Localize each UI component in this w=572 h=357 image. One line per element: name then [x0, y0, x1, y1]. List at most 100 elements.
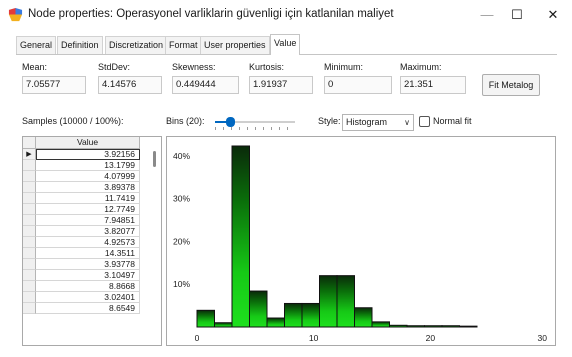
- table-row[interactable]: 14.3511: [23, 248, 140, 259]
- grid-header: Value: [23, 137, 161, 149]
- tab-format[interactable]: Format: [165, 36, 202, 54]
- histogram-bar: [231, 145, 250, 328]
- histogram-bar: [371, 321, 390, 328]
- sample-value-cell[interactable]: 4.92573: [36, 237, 140, 248]
- row-header[interactable]: [23, 204, 36, 215]
- histogram-bar: [441, 325, 460, 328]
- table-row[interactable]: 3.10497: [23, 270, 140, 281]
- kurtosis-field[interactable]: 1.91937: [249, 76, 313, 94]
- samples-grid[interactable]: Value ▶ 3.92156 13.1799 4.07999 3.89378 11.74…: [22, 136, 162, 346]
- histogram-bar: [354, 307, 373, 328]
- grid-scrollbar[interactable]: [150, 149, 161, 345]
- histogram-bar: [424, 325, 443, 328]
- stddev-label: StdDev:: [98, 62, 131, 72]
- tab-user-properties[interactable]: User properties: [200, 36, 270, 54]
- y-tick-label: 10%: [173, 279, 190, 289]
- histogram-bar: [214, 322, 233, 328]
- sample-value-cell[interactable]: 3.89378: [36, 182, 140, 193]
- row-header[interactable]: [23, 270, 36, 281]
- row-header[interactable]: [23, 226, 36, 237]
- value-column-header[interactable]: Value: [36, 137, 140, 149]
- skewness-label: Skewness:: [172, 62, 216, 72]
- close-icon[interactable]: ✕: [536, 5, 570, 25]
- row-header[interactable]: [23, 171, 36, 182]
- stddev-field[interactable]: 4.14576: [98, 76, 162, 94]
- sample-value-cell[interactable]: 3.92156: [36, 149, 140, 160]
- table-row[interactable]: 3.93778: [23, 259, 140, 270]
- table-row[interactable]: 12.7749: [23, 204, 140, 215]
- bins-slider[interactable]: [210, 116, 300, 132]
- histogram-bar: [266, 317, 285, 328]
- row-header[interactable]: [23, 292, 36, 303]
- grid-corner: [23, 137, 36, 149]
- row-header[interactable]: [23, 237, 36, 248]
- current-row-arrow-icon[interactable]: ▶: [23, 149, 36, 160]
- sample-value-cell[interactable]: 4.07999: [36, 171, 140, 182]
- table-row[interactable]: ▶ 3.92156: [23, 149, 140, 160]
- sample-value-cell[interactable]: 14.3511: [36, 248, 140, 259]
- tab-general[interactable]: General: [16, 36, 57, 54]
- histogram-bar: [249, 290, 268, 328]
- row-header[interactable]: [23, 160, 36, 171]
- minimum-label: Minimum:: [324, 62, 364, 72]
- table-row[interactable]: 8.6549: [23, 303, 140, 314]
- slider-thumb[interactable]: [226, 117, 235, 127]
- row-header[interactable]: [23, 281, 36, 292]
- table-row[interactable]: 11.7419: [23, 193, 140, 204]
- table-row[interactable]: 13.1799: [23, 160, 140, 171]
- row-header[interactable]: [23, 193, 36, 204]
- maximum-label: Maximum:: [400, 62, 442, 72]
- skewness-field[interactable]: 0.449444: [172, 76, 239, 94]
- row-header[interactable]: [23, 303, 36, 314]
- style-selected-value: Histogram: [346, 117, 388, 127]
- tab-value[interactable]: Value: [270, 34, 301, 55]
- minimum-field[interactable]: 0: [324, 76, 392, 94]
- table-row[interactable]: 3.02401: [23, 292, 140, 303]
- table-row[interactable]: 4.92573: [23, 237, 140, 248]
- histogram-bar: [319, 275, 338, 328]
- sample-value-cell[interactable]: 8.6549: [36, 303, 140, 314]
- table-row[interactable]: 3.82077: [23, 226, 140, 237]
- title-bar: Node properties: Operasyonel varliklarin…: [0, 0, 572, 30]
- maximum-field[interactable]: 21.351: [400, 76, 466, 94]
- row-header[interactable]: [23, 182, 36, 193]
- tab-discretization[interactable]: Discretization: [105, 36, 168, 54]
- sample-value-cell[interactable]: 3.82077: [36, 226, 140, 237]
- sample-value-cell[interactable]: 13.1799: [36, 160, 140, 171]
- sample-value-cell[interactable]: 3.10497: [36, 270, 140, 281]
- window-title: Node properties: Operasyonel varliklarin…: [28, 8, 394, 20]
- mean-label: Mean:: [22, 62, 48, 72]
- row-header[interactable]: [23, 248, 36, 259]
- style-dropdown[interactable]: Histogram ∨: [342, 114, 414, 131]
- histogram-bar: [301, 302, 320, 328]
- table-row[interactable]: 4.07999: [23, 171, 140, 182]
- histogram-bar: [336, 275, 355, 328]
- kurtosis-label: Kurtosis:: [249, 62, 285, 72]
- mean-field[interactable]: 7.05577: [22, 76, 86, 94]
- histogram-bar: [196, 309, 215, 328]
- fit-metalog-button[interactable]: Fit Metalog: [482, 74, 540, 96]
- samples-label: Samples (10000 / 100%):: [22, 116, 124, 126]
- y-tick-label: 20%: [173, 236, 190, 246]
- sample-value-cell[interactable]: 3.02401: [36, 292, 140, 303]
- x-tick-label: 30: [538, 333, 548, 343]
- sample-value-cell[interactable]: 11.7419: [36, 193, 140, 204]
- sample-value-cell[interactable]: 3.93778: [36, 259, 140, 270]
- table-row[interactable]: 7.94851: [23, 215, 140, 226]
- tab-definition[interactable]: Definition: [57, 36, 103, 54]
- histogram-svg: 10% 20% 30% 40% 0 10 20 30: [173, 145, 548, 343]
- sample-value-cell[interactable]: 7.94851: [36, 215, 140, 226]
- table-row[interactable]: 3.89378: [23, 182, 140, 193]
- x-tick-label: 0: [195, 333, 200, 343]
- maximize-icon[interactable]: ☐: [500, 5, 534, 25]
- sample-value-cell[interactable]: 12.7749: [36, 204, 140, 215]
- scrollbar-thumb[interactable]: [153, 151, 156, 167]
- minimize-icon[interactable]: —: [470, 5, 504, 25]
- table-row[interactable]: 8.8668: [23, 281, 140, 292]
- row-header[interactable]: [23, 215, 36, 226]
- row-header[interactable]: [23, 259, 36, 270]
- sample-value-cell[interactable]: 8.8668: [36, 281, 140, 292]
- style-label: Style:: [318, 116, 341, 126]
- normal-fit-checkbox[interactable]: [419, 116, 430, 127]
- y-tick-label: 40%: [173, 151, 190, 161]
